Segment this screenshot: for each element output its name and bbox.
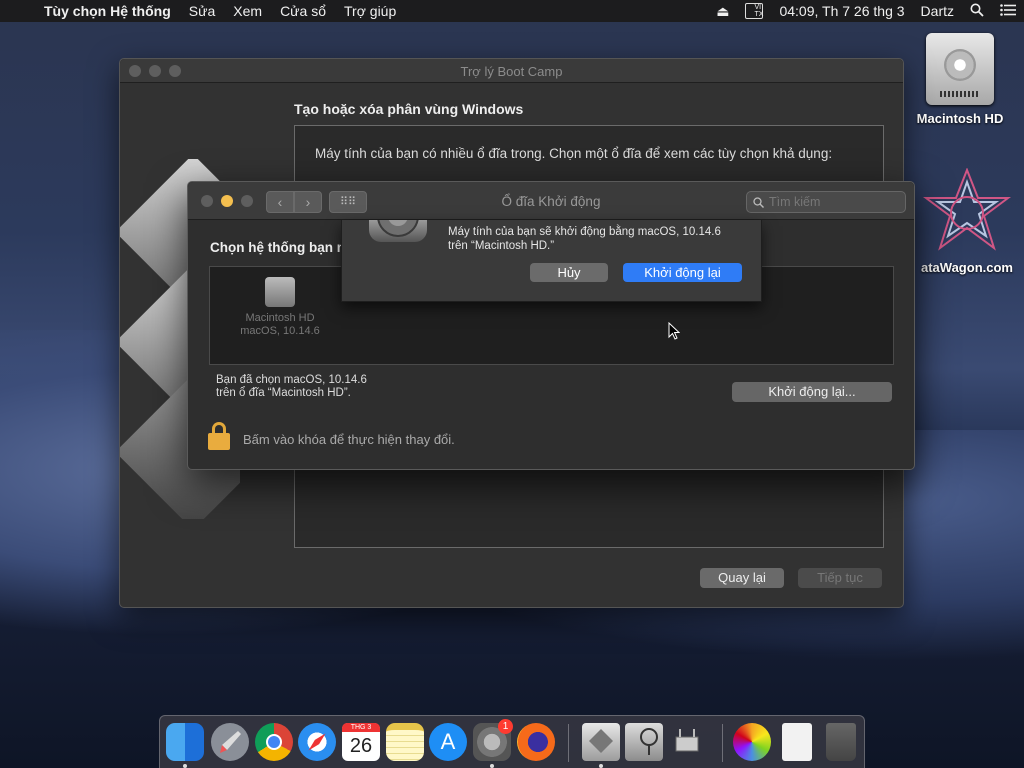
notification-badge: 1 xyxy=(498,719,513,734)
hard-drive-icon xyxy=(265,277,295,307)
firefox-icon[interactable] xyxy=(517,723,555,761)
calendar-day: 26 xyxy=(349,735,373,757)
lock-hint: Bấm vào khóa để thực hiện thay đổi. xyxy=(243,432,455,447)
cancel-button[interactable]: Hủy xyxy=(530,263,608,282)
search-placeholder: Tìm kiếm xyxy=(769,195,821,209)
finder-icon[interactable] xyxy=(166,723,204,761)
continue-button[interactable]: Tiếp tục xyxy=(798,568,882,588)
spotlight-icon[interactable] xyxy=(962,3,992,20)
running-indicator xyxy=(490,764,494,768)
menu-window[interactable]: Cửa sổ xyxy=(271,3,335,19)
menu-user[interactable]: Dartz xyxy=(913,3,962,19)
calendar-month: THG 3 xyxy=(342,723,380,732)
disk-item-macintosh-hd[interactable]: Macintosh HD macOS, 10.14.6 xyxy=(236,277,324,338)
boot-camp-titlebar: Trợ lý Boot Camp xyxy=(120,59,903,83)
mouse-cursor-icon xyxy=(668,322,680,340)
boot-camp-icon[interactable] xyxy=(582,723,620,761)
dock: THG 3 26 A 1 xyxy=(159,715,865,768)
search-input[interactable]: Tìm kiếm xyxy=(746,191,906,213)
disk-name: Macintosh HD xyxy=(245,312,315,324)
lock-icon[interactable] xyxy=(208,422,230,450)
selection-line: Bạn đã chọn macOS, 10.14.6 xyxy=(216,374,367,386)
alert-message-line: trên “Macintosh HD.” xyxy=(448,240,555,252)
running-indicator xyxy=(183,764,187,768)
desktop-hdd-label: Macintosh HD xyxy=(916,111,1004,126)
disk-utility-icon[interactable] xyxy=(625,723,663,761)
app-store-icon[interactable]: A xyxy=(429,723,467,761)
startup-disk-window: ‹ › ⠿⠿ Ổ đĩa Khởi động Tìm kiếm Chọn hệ … xyxy=(187,181,915,470)
chrome-icon[interactable] xyxy=(255,723,293,761)
page-title: Tạo hoặc xóa phân vùng Windows xyxy=(294,101,524,117)
input-source-icon[interactable]: VI TX xyxy=(737,3,771,19)
back-button[interactable]: Quay lại xyxy=(700,568,784,588)
datawagon-logo-icon xyxy=(922,167,1012,258)
window-title: Trợ lý Boot Camp xyxy=(460,64,563,79)
running-indicator xyxy=(599,764,603,768)
gear-icon xyxy=(369,220,427,242)
menu-app-name[interactable]: Tùy chọn Hệ thống xyxy=(40,3,180,19)
alert-message: Máy tính của bạn sẽ khởi động bằng macOS… xyxy=(448,225,721,253)
alert-message-line: Máy tính của bạn sẽ khởi động bằng macOS… xyxy=(448,226,721,238)
search-icon xyxy=(753,192,764,214)
safari-icon[interactable] xyxy=(298,723,336,761)
notes-icon[interactable] xyxy=(386,723,424,761)
restart-button[interactable]: Khởi động lại xyxy=(623,263,742,282)
eject-icon[interactable]: ⏏ xyxy=(708,3,737,20)
startup-disk-titlebar: ‹ › ⠿⠿ Ổ đĩa Khởi động Tìm kiếm xyxy=(188,182,914,220)
desktop-macintosh-hd[interactable]: Macintosh HD xyxy=(906,33,1014,126)
panel-description: Máy tính của bạn có nhiều ổ đĩa trong. C… xyxy=(315,146,833,161)
menu-bar: Tùy chọn Hệ thống Sửa Xem Cửa sổ Trợ giú… xyxy=(0,0,1024,22)
selection-line: trên ổ đĩa “Macintosh HD”. xyxy=(216,387,351,399)
dock-separator xyxy=(568,724,569,762)
trash-icon[interactable] xyxy=(826,723,856,761)
system-information-icon[interactable] xyxy=(668,723,706,761)
notification-center-icon[interactable] xyxy=(992,3,1024,19)
menu-edit[interactable]: Sửa xyxy=(180,3,225,19)
selection-summary: Bạn đã chọn macOS, 10.14.6 trên ổ đĩa “M… xyxy=(216,374,367,400)
calendar-icon[interactable]: THG 3 26 xyxy=(342,723,380,761)
restart-ellipsis-button[interactable]: Khởi động lại... xyxy=(732,382,892,402)
restart-alert-sheet: Máy tính của bạn sẽ khởi động bằng macOS… xyxy=(341,220,762,302)
desktop-datawagon[interactable]: ataWagon.com xyxy=(912,167,1022,275)
menu-help[interactable]: Trợ giúp xyxy=(335,3,405,19)
choose-system-label: Chọn hệ thống bạn m xyxy=(210,240,349,255)
hard-drive-icon xyxy=(926,33,994,105)
menu-clock[interactable]: 04:09, Th 7 26 thg 3 xyxy=(771,3,912,19)
photos-icon[interactable] xyxy=(733,723,771,761)
disk-os: macOS, 10.14.6 xyxy=(240,325,320,337)
menu-view[interactable]: Xem xyxy=(224,3,271,19)
desktop-datawagon-label: ataWagon.com xyxy=(921,260,1013,275)
preview-icon[interactable] xyxy=(782,723,812,761)
launchpad-icon[interactable] xyxy=(211,723,249,761)
dock-separator xyxy=(722,724,723,762)
